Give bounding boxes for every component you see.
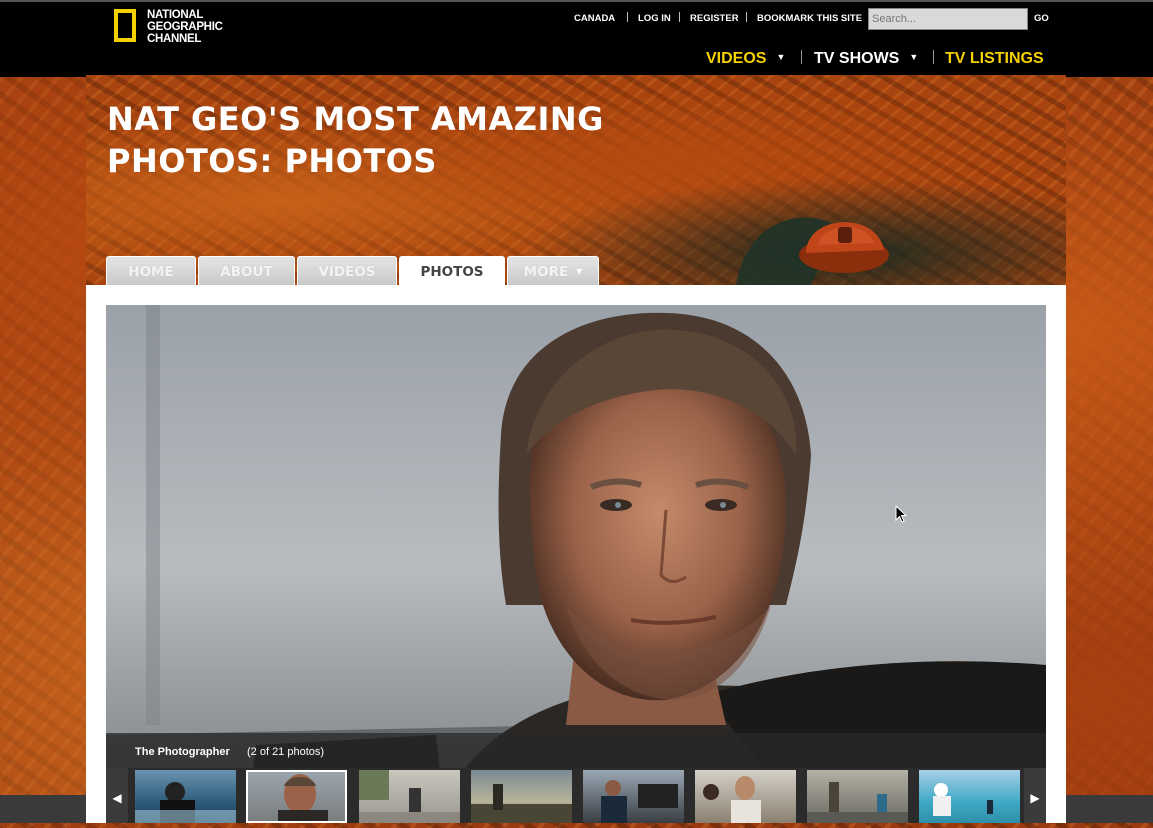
nav-tv-listings[interactable]: TV LISTINGS [945,50,1044,72]
photo-caption-title: The Photographer [135,746,230,758]
thumbnail-7[interactable] [807,770,908,823]
nav-videos-label: VIDEOS [706,50,767,67]
mouse-cursor-icon [895,505,907,523]
thumbnail-2-selected[interactable] [246,770,347,823]
tab-about[interactable]: ABOUT [198,256,295,285]
landscape-thumbnail-image [471,784,572,823]
thumbnail-1[interactable] [135,770,236,823]
utility-separator [746,12,747,22]
thumbnail-6[interactable] [695,770,796,823]
street-scene-thumbnail-image [359,770,460,823]
tab-more[interactable]: MORE ▼ [507,256,599,285]
beach-thumbnail-image [933,783,993,816]
nav-tv-shows[interactable]: TV SHOWS ▼ [814,50,918,72]
nav-separator [801,50,802,64]
chevron-down-icon: ▼ [909,52,919,62]
bookmark-site-link[interactable]: BOOKMARK THIS SITE [757,13,862,24]
chevron-down-icon: ▼ [776,52,786,62]
footer-strip [1066,795,1153,823]
country-link-canada[interactable]: CANADA [574,13,615,24]
search-go-button[interactable]: GO [1034,13,1049,24]
thumbnail-8[interactable] [919,770,1020,823]
nav-videos[interactable]: VIDEOS ▼ [706,50,785,72]
tab-more-label: MORE [523,264,569,280]
nav-separator [933,50,934,64]
road-thumbnail-image [807,782,908,823]
thumbnail-5[interactable] [583,770,684,823]
page-title: NAT GEO'S MOST AMAZING PHOTOS: PHOTOS [107,100,604,180]
chevron-left-icon[interactable]: ◀ [106,768,128,823]
utility-separator [627,12,628,22]
register-link[interactable]: REGISTER [690,13,739,24]
tab-photos[interactable]: PHOTOS [399,256,505,286]
utility-separator [679,12,680,22]
nav-tv-listings-label: TV LISTINGS [945,50,1044,67]
nav-tv-shows-label: TV SHOWS [814,50,900,67]
search-input[interactable] [868,8,1028,30]
group-thumbnail-image [703,776,761,823]
top-bar: NATIONAL GEOGRAPHIC CHANNEL CANADA LOG I… [0,0,1153,77]
chevron-down-icon: ▼ [576,267,583,276]
tab-videos[interactable]: VIDEOS [297,256,397,285]
thumbnail-4[interactable] [471,770,572,823]
cameraman-thumbnail-image [601,780,678,823]
chevron-right-icon[interactable]: ▶ [1024,768,1046,823]
login-link[interactable]: LOG IN [638,13,671,24]
diver-thumbnail-image [135,782,236,823]
tab-home[interactable]: HOME [106,256,196,285]
photo-counter: (2 of 21 photos) [247,746,325,758]
helmet-image [736,217,889,285]
footer-strip [0,795,86,823]
thumbnail-3[interactable] [359,770,460,823]
photographer-thumbnail-image [278,774,328,821]
